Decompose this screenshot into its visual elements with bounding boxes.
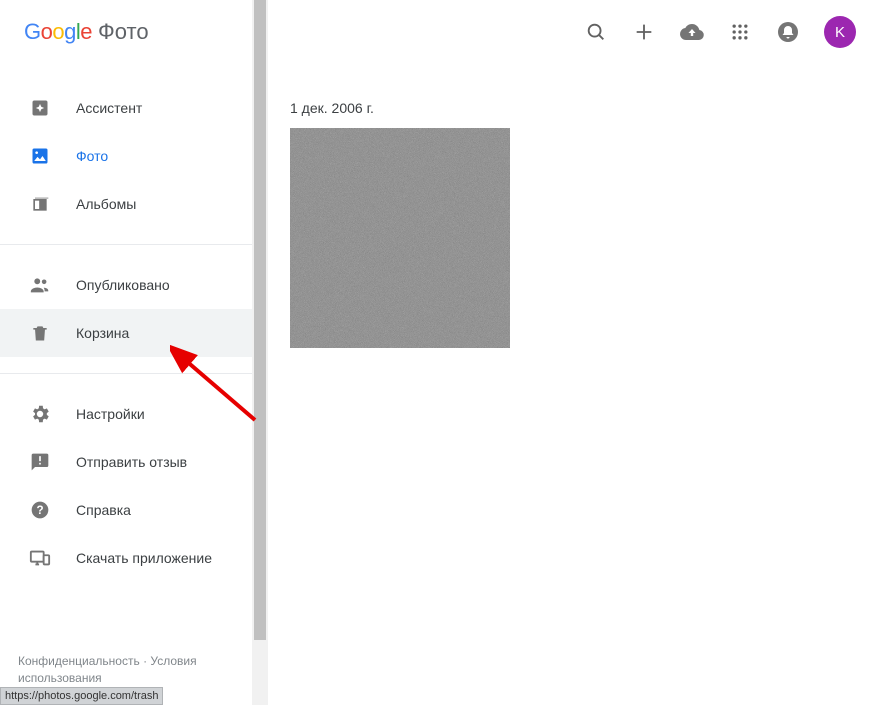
- sidebar-item-label: Ассистент: [76, 100, 142, 116]
- logo[interactable]: Google Фото: [0, 0, 268, 64]
- separator: [0, 244, 268, 245]
- search-icon[interactable]: [584, 20, 608, 44]
- sidebar-item-trash[interactable]: Корзина: [0, 309, 268, 357]
- scrollbar-thumb[interactable]: [254, 0, 266, 640]
- photo-date-header: 1 дек. 2006 г.: [290, 100, 510, 116]
- sidebar-item-label: Фото: [76, 148, 108, 164]
- product-name: Фото: [98, 19, 149, 45]
- sidebar-scrollbar[interactable]: [252, 0, 268, 705]
- topbar: K: [268, 0, 884, 64]
- devices-icon: [28, 546, 52, 570]
- apps-icon[interactable]: [728, 20, 752, 44]
- account-avatar[interactable]: K: [824, 16, 856, 48]
- sidebar-item-download-app[interactable]: Скачать приложение: [0, 534, 268, 582]
- browser-status-bar: https://photos.google.com/trash: [0, 687, 163, 705]
- people-icon: [28, 273, 52, 297]
- sidebar-item-label: Корзина: [76, 325, 129, 341]
- sidebar-item-label: Справка: [76, 502, 131, 518]
- sidebar-item-label: Отправить отзыв: [76, 454, 187, 470]
- trash-icon: [28, 321, 52, 345]
- sidebar-item-help[interactable]: ? Справка: [0, 486, 268, 534]
- sidebar-item-label: Настройки: [76, 406, 145, 422]
- sidebar-item-label: Опубликовано: [76, 277, 170, 293]
- notifications-icon[interactable]: [776, 20, 800, 44]
- sidebar-item-label: Скачать приложение: [76, 550, 212, 566]
- feedback-icon: [28, 450, 52, 474]
- google-logo-text: Google: [24, 19, 92, 45]
- main-content: 1 дек. 2006 г.: [290, 100, 510, 348]
- sidebar-item-shared[interactable]: Опубликовано: [0, 261, 268, 309]
- help-icon: ?: [28, 498, 52, 522]
- sidebar-nav: Ассистент Фото Альбомы Опубликовано: [0, 64, 268, 582]
- photos-icon: [28, 144, 52, 168]
- sidebar-item-feedback[interactable]: Отправить отзыв: [0, 438, 268, 486]
- status-url: https://photos.google.com/trash: [5, 690, 158, 702]
- sidebar-item-assistant[interactable]: Ассистент: [0, 84, 268, 132]
- assistant-icon: [28, 96, 52, 120]
- gear-icon: [28, 402, 52, 426]
- sidebar-item-photos[interactable]: Фото: [0, 132, 268, 180]
- sidebar-footer: Конфиденциальность · Условия использован…: [18, 653, 240, 687]
- privacy-link[interactable]: Конфиденциальность: [18, 654, 140, 668]
- separator: [0, 373, 268, 374]
- create-icon[interactable]: [632, 20, 656, 44]
- albums-icon: [28, 192, 52, 216]
- sidebar-item-settings[interactable]: Настройки: [0, 390, 268, 438]
- upload-icon[interactable]: [680, 20, 704, 44]
- svg-text:?: ?: [36, 504, 43, 517]
- sidebar-item-label: Альбомы: [76, 196, 136, 212]
- sidebar: Google Фото Ассистент Фото Альбомы: [0, 0, 268, 705]
- sidebar-item-albums[interactable]: Альбомы: [0, 180, 268, 228]
- photo-thumbnail[interactable]: [290, 128, 510, 348]
